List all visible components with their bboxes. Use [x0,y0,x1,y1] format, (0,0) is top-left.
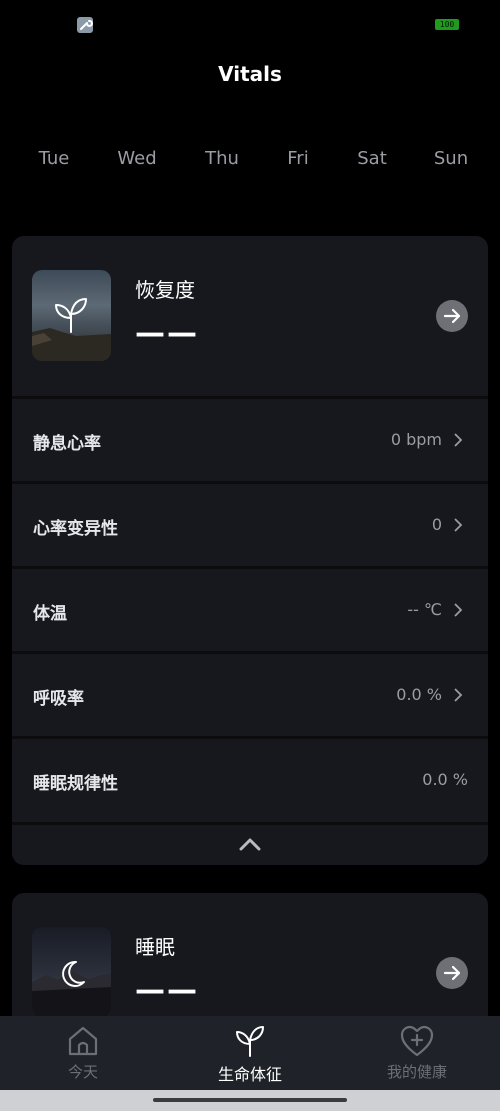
metric-label: 呼吸率 [33,689,84,709]
chevron-right-icon [454,518,463,532]
gesture-bar [0,1090,500,1111]
tab-label: 我的健康 [386,1063,447,1081]
battery-indicator: 100 [435,19,459,30]
arrow-right-icon [443,308,461,324]
metric-label: 静息心率 [33,434,101,454]
metric-label: 体温 [33,604,67,624]
tab-label: 生命体征 [217,1065,282,1084]
tab-label: 今天 [67,1063,98,1081]
metric-value: 0.0 % [422,770,468,789]
metric-label: 睡眠规律性 [33,774,118,794]
tab-vitals[interactable]: 生命体征 [167,1016,333,1090]
chevron-up-icon [239,838,261,851]
recovery-detail-button[interactable] [436,300,468,332]
sleep-card: 睡眠 —— [12,893,488,1033]
recovery-card: 恢复度 —— 静息心率 0 bpm 心率变异性 0 体温 -- ℃ 呼吸率 0.… [12,236,488,865]
recovery-thumbnail [32,270,111,361]
bottom-tab-bar: 今天 生命体征 我的健康 [0,1016,500,1090]
chevron-right-icon [454,603,463,617]
day-selector: Tue Wed Thu Fri Sat Sun [0,148,500,178]
recovery-title: 恢复度 [135,278,195,302]
sleep-title: 睡眠 [135,935,175,959]
wrench-icon [77,17,93,33]
metric-value: 0 bpm [390,430,442,449]
collapse-button[interactable] [12,822,488,865]
day-tab-sun[interactable]: Sun [416,148,486,169]
recovery-score: —— [135,316,199,351]
chevron-right-icon [454,433,463,447]
heart-plus-icon [400,1025,434,1057]
sprout-icon [55,298,87,333]
metric-row-sleep-regularity: 睡眠规律性 0.0 % [12,736,488,818]
home-icon [68,1026,98,1056]
metric-row-temperature[interactable]: 体温 -- ℃ [12,566,488,648]
metric-value: -- ℃ [407,600,442,619]
day-tab-wed[interactable]: Wed [102,148,172,169]
page-title: Vitals [218,62,282,86]
home-indicator[interactable] [153,1098,347,1102]
recovery-summary[interactable]: 恢复度 —— [12,236,488,396]
tab-today[interactable]: 今天 [0,1016,166,1090]
tab-my-health[interactable]: 我的健康 [334,1016,500,1090]
arrow-right-icon [443,965,461,981]
sprout-icon [236,1026,264,1057]
status-bar: 100 [0,0,500,48]
metric-value: 0.0 % [396,685,442,704]
metric-row-respiratory-rate[interactable]: 呼吸率 0.0 % [12,651,488,733]
metric-label: 心率变异性 [33,519,118,539]
metric-row-hrv[interactable]: 心率变异性 0 [12,481,488,563]
metric-row-resting-heart-rate[interactable]: 静息心率 0 bpm [12,396,488,478]
sleep-detail-button[interactable] [436,957,468,989]
day-tab-fri[interactable]: Fri [263,148,333,169]
day-tab-sat[interactable]: Sat [337,148,407,169]
sleep-score: —— [135,973,199,1008]
sleep-thumbnail [32,927,111,1018]
day-tab-tue[interactable]: Tue [19,148,89,169]
sleep-summary[interactable]: 睡眠 —— [12,893,488,1033]
day-tab-thu[interactable]: Thu [187,148,257,169]
metric-value: 0 [431,515,442,534]
chevron-right-icon [454,688,463,702]
